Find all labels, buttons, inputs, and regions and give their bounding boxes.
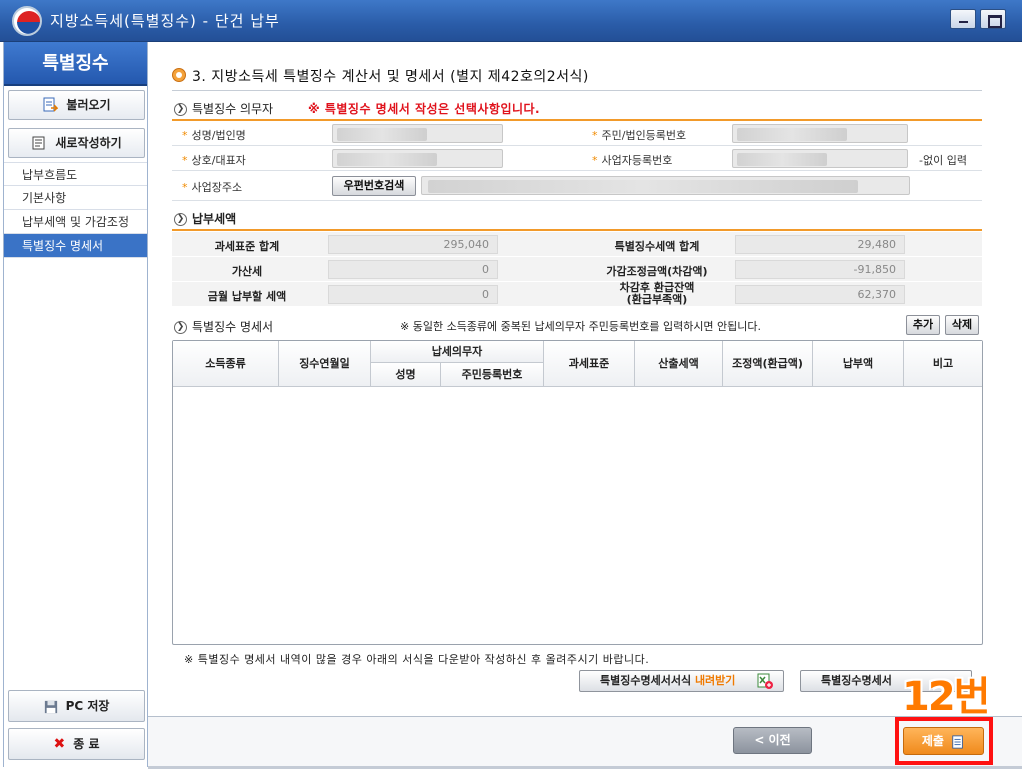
pc-save-label: PC 저장 [65,699,110,713]
penalty-value: 0 [328,260,498,279]
excel-download-icon [757,673,773,689]
obligor-heading: ❯ 특별징수 의무자 [174,100,273,117]
close-x-icon: ✖ [53,736,66,752]
obligor-row-2: * 상호/대표자 * 사업자등록번호 -없이 입력 [172,146,982,171]
name-field[interactable] [332,124,503,143]
name-label: 성명/법인명 [191,129,246,142]
previous-button[interactable]: < 이전 [733,727,812,754]
new-document-label: 새로작성하기 [55,136,122,150]
window-title: 지방소득세(특별징수) - 단건 납부 [50,12,280,30]
col-remarks[interactable]: 비고 [904,341,982,387]
chevron-right-icon: ❯ [174,213,187,226]
template-notice: ※ 특별징수 명세서 내역이 많을 경우 아래의 서식을 다운받아 작성하신 후… [184,653,650,666]
step-number-overlay: 12번 [902,674,990,720]
withholding-total-value: 29,480 [735,235,905,254]
adjustment-value: -91,850 [735,260,905,279]
orange-divider [172,229,982,231]
window-titlebar: 지방소득세(특별징수) - 단건 납부 [0,0,1022,42]
tax-row-3: 금월 납부할 세액 0 차감후 환급잔액 (환급부족액) 62,370 [172,282,982,307]
tax-base-total-value: 295,040 [328,235,498,254]
col-adjustment[interactable]: 조정액(환급액) [723,341,813,387]
download-template-button[interactable]: 특별징수명세서서식 내려받기 [579,670,784,692]
tax-row-2: 가산세 0 가감조정금액(차감액) -91,850 [172,257,982,282]
address-field[interactable] [421,176,910,195]
tax-row-1: 과세표준 합계 295,040 특별징수세액 합계 29,480 [172,232,982,257]
refund-balance-label: 차감후 환급잔액 (환급부족액) [619,281,695,306]
representative-label: 상호/대표자 [191,154,246,167]
load-button[interactable]: 불러오기 [8,90,145,120]
sidebar-item-basic-info[interactable]: 기본사항 [4,186,147,210]
load-document-icon [43,97,59,112]
sidebar-item-payment-flow[interactable]: 납부흐름도 [4,162,147,186]
chevron-right-icon: ❯ [174,103,187,116]
zip-search-button[interactable]: 우편번호검색 [332,176,416,196]
monthly-payment-value: 0 [328,285,498,304]
representative-field[interactable] [332,149,503,168]
statement-table: 소득종류 징수연월일 납세의무자 성명 주민등록번호 과세표준 산출세액 조정액… [172,340,983,645]
new-document-icon [32,136,45,149]
minimize-button[interactable] [950,9,976,29]
monthly-payment-label: 금월 납부할 세액 [207,290,287,303]
maximize-button[interactable] [980,9,1006,29]
col-payment[interactable]: 납부액 [813,341,904,387]
sidebar-header: 특별징수 [4,42,147,86]
col-tax-base[interactable]: 과세표준 [544,341,635,387]
resident-no-field[interactable] [732,124,908,143]
obligor-row-3: * 사업장주소 우편번호검색 [172,171,982,201]
adjustment-label: 가감조정금액(차감액) [606,265,708,278]
exit-label: 종 료 [73,737,100,751]
address-label: 사업장주소 [191,181,243,194]
duplicate-notice: ※ 동일한 소득종류에 중복된 납세의무자 주민등록번호를 입력하시면 안됩니다… [400,320,762,333]
col-taxpayer: 납세의무자 [371,341,544,363]
business-no-field[interactable] [732,149,908,168]
refund-balance-value: 62,370 [735,285,905,304]
submit-button[interactable]: 제출 [903,727,984,755]
optional-notice: ※ 특별징수 명세서 작성은 선택사항입니다. [308,102,541,116]
footer-bar [148,716,1022,769]
pc-save-button[interactable]: PC 저장 [8,690,145,722]
exit-button[interactable]: ✖ 종 료 [8,728,145,760]
tax-heading: ❯ 납부세액 [174,210,236,227]
col-taxpayer-name[interactable]: 성명 [371,363,441,387]
col-resident-no[interactable]: 주민등록번호 [441,363,544,387]
col-income-type[interactable]: 소득종류 [173,341,279,387]
floppy-disk-icon [44,700,57,713]
add-row-button[interactable]: 추가 [906,315,940,335]
section-divider [172,90,982,91]
col-collection-date[interactable]: 징수연월일 [279,341,371,387]
sidebar-item-tax-adjustment[interactable]: 납부세액 및 가감조정 [4,210,147,234]
obligor-row-1: * 성명/법인명 * 주민/법인등록번호 [172,121,982,146]
withholding-total-label: 특별징수세액 합계 [614,240,700,253]
section-title: 3. 지방소득세 특별징수 계산서 및 명세서 (별지 제42호의2서식) [192,69,589,85]
business-no-hint: -없이 입력 [919,154,967,167]
sidebar: 특별징수 불러오기 새로작성하기 납부흐름도 기본사항 납부세액 및 가감조정 … [3,42,148,767]
new-document-button[interactable]: 새로작성하기 [8,128,145,158]
sidebar-item-withholding-statement[interactable]: 특별징수 명세서 [4,234,147,258]
tax-base-total-label: 과세표준 합계 [214,240,280,253]
load-button-label: 불러오기 [66,98,111,112]
col-calc-tax[interactable]: 산출세액 [635,341,723,387]
government-logo-icon [12,6,42,36]
delete-row-button[interactable]: 삭제 [945,315,979,335]
resident-no-label: 주민/법인등록번호 [601,129,687,142]
submit-document-icon [952,734,963,749]
chevron-right-icon: ❯ [174,321,187,334]
penalty-label: 가산세 [231,265,263,278]
statement-heading: ❯ 특별징수 명세서 [174,318,273,335]
business-no-label: 사업자등록번호 [601,154,673,167]
section-bullet-icon [172,68,186,82]
